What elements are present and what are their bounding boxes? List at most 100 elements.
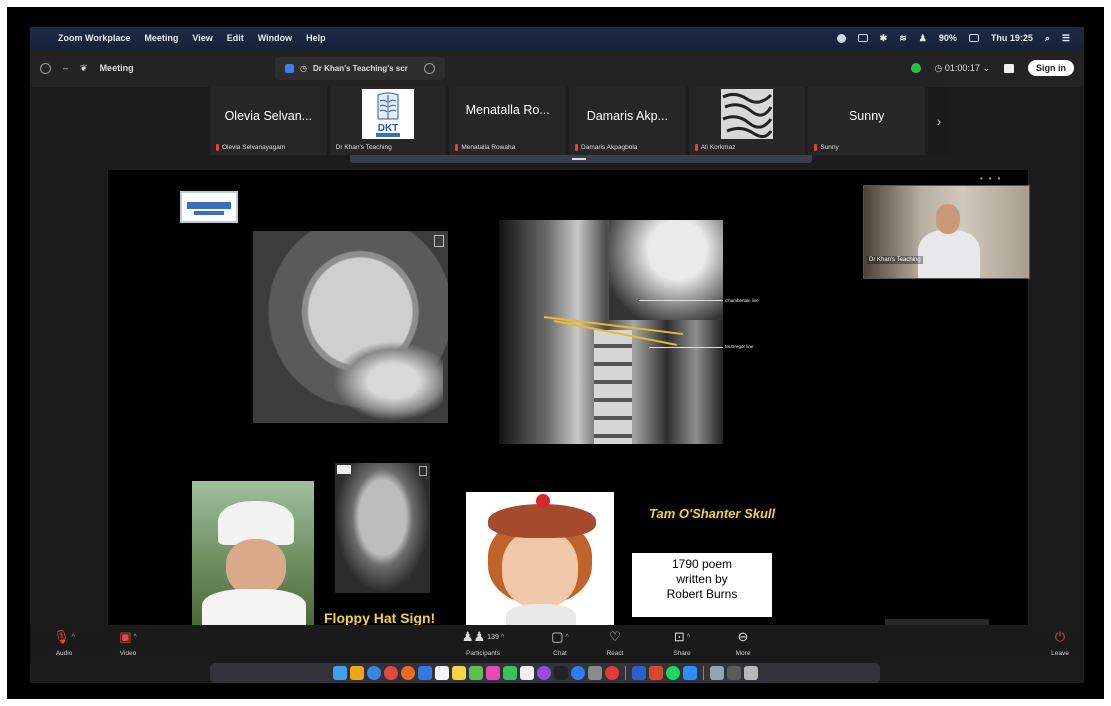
- folder-icon[interactable]: [726, 666, 741, 680]
- mic-muted-icon: [455, 144, 459, 151]
- participant-tile[interactable]: Olevia Selvan... Olevia Selvanayagam: [210, 87, 327, 155]
- share-screen-icon: [285, 63, 294, 73]
- meeting-toolbar: 🎙︎ ^ Audio ▣ ^ Video ♟♟ 139 ^ Participants ▢…: [30, 625, 1084, 663]
- chat-button[interactable]: ▢ ^ Chat: [540, 627, 580, 657]
- next-page-chevron-icon[interactable]: ›: [928, 87, 950, 155]
- zoom-icon[interactable]: [682, 666, 697, 680]
- participant-name-label: Dr Khan's Teaching: [335, 144, 392, 151]
- menu-meeting[interactable]: Meeting: [144, 33, 178, 43]
- chevron-up-icon[interactable]: ^: [72, 634, 75, 641]
- chevron-up-icon[interactable]: ^: [566, 634, 569, 641]
- mic-muted-icon: [216, 144, 219, 151]
- more-button[interactable]: ⊖ More: [723, 627, 763, 657]
- chevron-up-icon[interactable]: ^: [134, 634, 137, 641]
- sign-in-button[interactable]: Sign in: [1028, 60, 1074, 76]
- menu-bar: Zoom Workplace Meeting View Edit Window …: [30, 27, 1084, 49]
- share-label: Share: [673, 650, 691, 657]
- minimize-icon[interactable]: –: [63, 63, 68, 73]
- user-icon[interactable]: ♟: [919, 33, 927, 44]
- zoom-status-icon[interactable]: [836, 33, 846, 43]
- participant-name-label: Sunny: [814, 144, 839, 151]
- participant-display-name: Menatalla Ro...: [465, 103, 550, 117]
- launchpad-icon[interactable]: [349, 666, 364, 680]
- mail-icon[interactable]: [417, 666, 432, 680]
- poem-line: Robert Burns: [666, 587, 738, 601]
- leave-button[interactable]: ⏻ Leave: [1040, 627, 1080, 657]
- chamberlain-line-label: Chamberlain line: [725, 298, 759, 303]
- battery-icon[interactable]: [968, 34, 979, 42]
- firefox-icon[interactable]: [400, 666, 415, 680]
- audio-button[interactable]: 🎙︎ ^ Audio: [44, 627, 84, 657]
- trash-icon[interactable]: [743, 666, 758, 680]
- calendar-icon[interactable]: [434, 666, 449, 680]
- view-options-icon[interactable]: [424, 62, 435, 74]
- participant-tile[interactable]: Ali Korkmaz: [688, 87, 806, 155]
- tam-oshanter-caption: Tam O'Shanter Skull: [649, 506, 776, 521]
- finder-icon[interactable]: [332, 666, 347, 680]
- menu-edit[interactable]: Edit: [227, 33, 244, 43]
- maps-icon[interactable]: [468, 666, 483, 680]
- mic-muted-icon: 🎙︎: [53, 629, 70, 644]
- photos-icon[interactable]: [485, 666, 500, 680]
- participant-display-name: Damaris Akp...: [586, 109, 668, 123]
- speaker-video[interactable]: Dr Khan's Teaching: [863, 185, 1030, 279]
- reminders-icon[interactable]: [519, 666, 534, 680]
- chrome-icon[interactable]: [383, 666, 398, 680]
- participants-button[interactable]: ♟♟ 139 ^ Participants: [455, 627, 511, 657]
- control-center-icon[interactable]: ☰: [1062, 33, 1070, 44]
- frontal-skull-xray: [335, 463, 430, 593]
- meeting-timer[interactable]: ◷ 01:00:17 ⌄: [935, 63, 990, 74]
- meeting-label[interactable]: Meeting: [100, 63, 134, 73]
- menu-clock[interactable]: Thu 19:25: [991, 33, 1033, 43]
- video-label: Video: [119, 650, 137, 657]
- participant-name-label: Ali Korkmaz: [694, 144, 735, 151]
- video-options-icon[interactable]: •••: [980, 174, 1006, 183]
- spotify-icon[interactable]: [665, 666, 680, 680]
- screen-share-tab[interactable]: ◷ Dr Khan's Teaching's scr: [275, 56, 445, 80]
- messages-icon[interactable]: [502, 666, 517, 680]
- powerpoint-icon[interactable]: [648, 666, 663, 680]
- security-shield-icon[interactable]: [910, 63, 921, 73]
- menu-view[interactable]: View: [192, 33, 212, 43]
- notes-icon[interactable]: [451, 666, 466, 680]
- app-menu[interactable]: Zoom Workplace: [58, 33, 130, 43]
- news-icon[interactable]: [604, 666, 619, 680]
- safari-icon[interactable]: [366, 666, 381, 680]
- poem-line: written by: [676, 572, 728, 586]
- menu-window[interactable]: Window: [258, 33, 292, 43]
- share-button[interactable]: ⊡ ^ Share: [662, 627, 702, 657]
- share-screen-icon: ⊡: [673, 629, 685, 644]
- timer-value: 01:00:17: [944, 62, 980, 73]
- app-store-icon[interactable]: [570, 666, 585, 680]
- participant-tile[interactable]: Menatalla Ro... Menatalla Rowaha: [449, 87, 567, 155]
- slide-logo: [180, 191, 238, 223]
- view-toggle-icon[interactable]: [1004, 63, 1014, 73]
- video-button[interactable]: ▣ ^ Video: [108, 627, 148, 657]
- menu-help[interactable]: Help: [306, 33, 326, 43]
- podcasts-icon[interactable]: [536, 666, 551, 680]
- info-icon[interactable]: [40, 62, 51, 74]
- man-in-floppy-hat-photo: [192, 481, 314, 625]
- share-status-icon: ◷: [300, 63, 307, 73]
- downloads-icon[interactable]: [709, 666, 724, 680]
- battery-percent[interactable]: 90%: [939, 33, 957, 43]
- more-label: More: [735, 650, 751, 657]
- tv-icon[interactable]: [553, 666, 568, 680]
- participant-tile[interactable]: Damaris Akp... Damaris Akpagbola: [569, 87, 686, 155]
- display-icon[interactable]: [857, 34, 868, 42]
- participant-tile[interactable]: Sunny Sunny: [808, 87, 926, 155]
- chevron-up-icon[interactable]: ^: [501, 634, 504, 641]
- participant-display-name: Olevia Selvan...: [224, 109, 313, 123]
- chevron-up-icon[interactable]: ^: [687, 634, 690, 641]
- mic-muted-icon: [694, 144, 698, 151]
- word-icon[interactable]: [631, 666, 646, 680]
- strip-drag-handle[interactable]: [350, 155, 812, 163]
- participant-tile[interactable]: DKT Dr Khan's Teaching: [329, 87, 447, 155]
- react-button[interactable]: ♡ React: [595, 627, 635, 657]
- meeting-icon: ❦: [80, 62, 88, 73]
- settings-icon[interactable]: [587, 666, 602, 680]
- wifi-icon[interactable]: ≋: [899, 33, 907, 44]
- spotlight-icon[interactable]: ⌕: [1045, 33, 1050, 44]
- bluetooth-icon[interactable]: ✱: [880, 33, 888, 44]
- participant-name-label: Menatalla Rowaha: [455, 144, 515, 151]
